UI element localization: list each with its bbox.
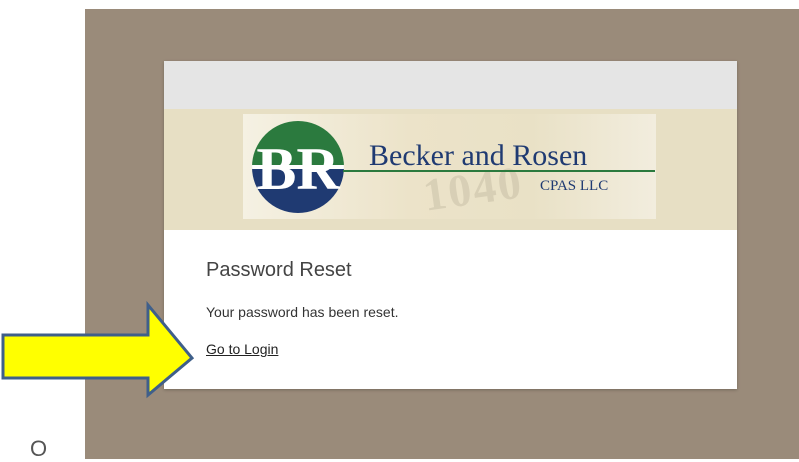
logo-initials: BR <box>256 136 340 202</box>
panel-header-bar <box>164 61 737 109</box>
password-reset-panel: 1040 BR Becker and Rosen CPAS LLC Passwo… <box>164 61 737 389</box>
arrow-right-icon <box>1 300 195 399</box>
logo-strip: 1040 BR Becker and Rosen CPAS LLC <box>243 114 656 219</box>
go-to-login-link[interactable]: Go to Login <box>206 341 278 357</box>
corner-glyph: O <box>30 436 48 461</box>
page-title: Password Reset <box>206 259 352 281</box>
reset-message: Your password has been reset. <box>206 304 399 320</box>
reset-content: Password Reset Your password has been re… <box>164 230 737 389</box>
company-name: Becker and Rosen <box>369 139 588 172</box>
company-suffix: CPAS LLC <box>540 178 609 194</box>
company-logo-icon: BR <box>252 121 344 213</box>
